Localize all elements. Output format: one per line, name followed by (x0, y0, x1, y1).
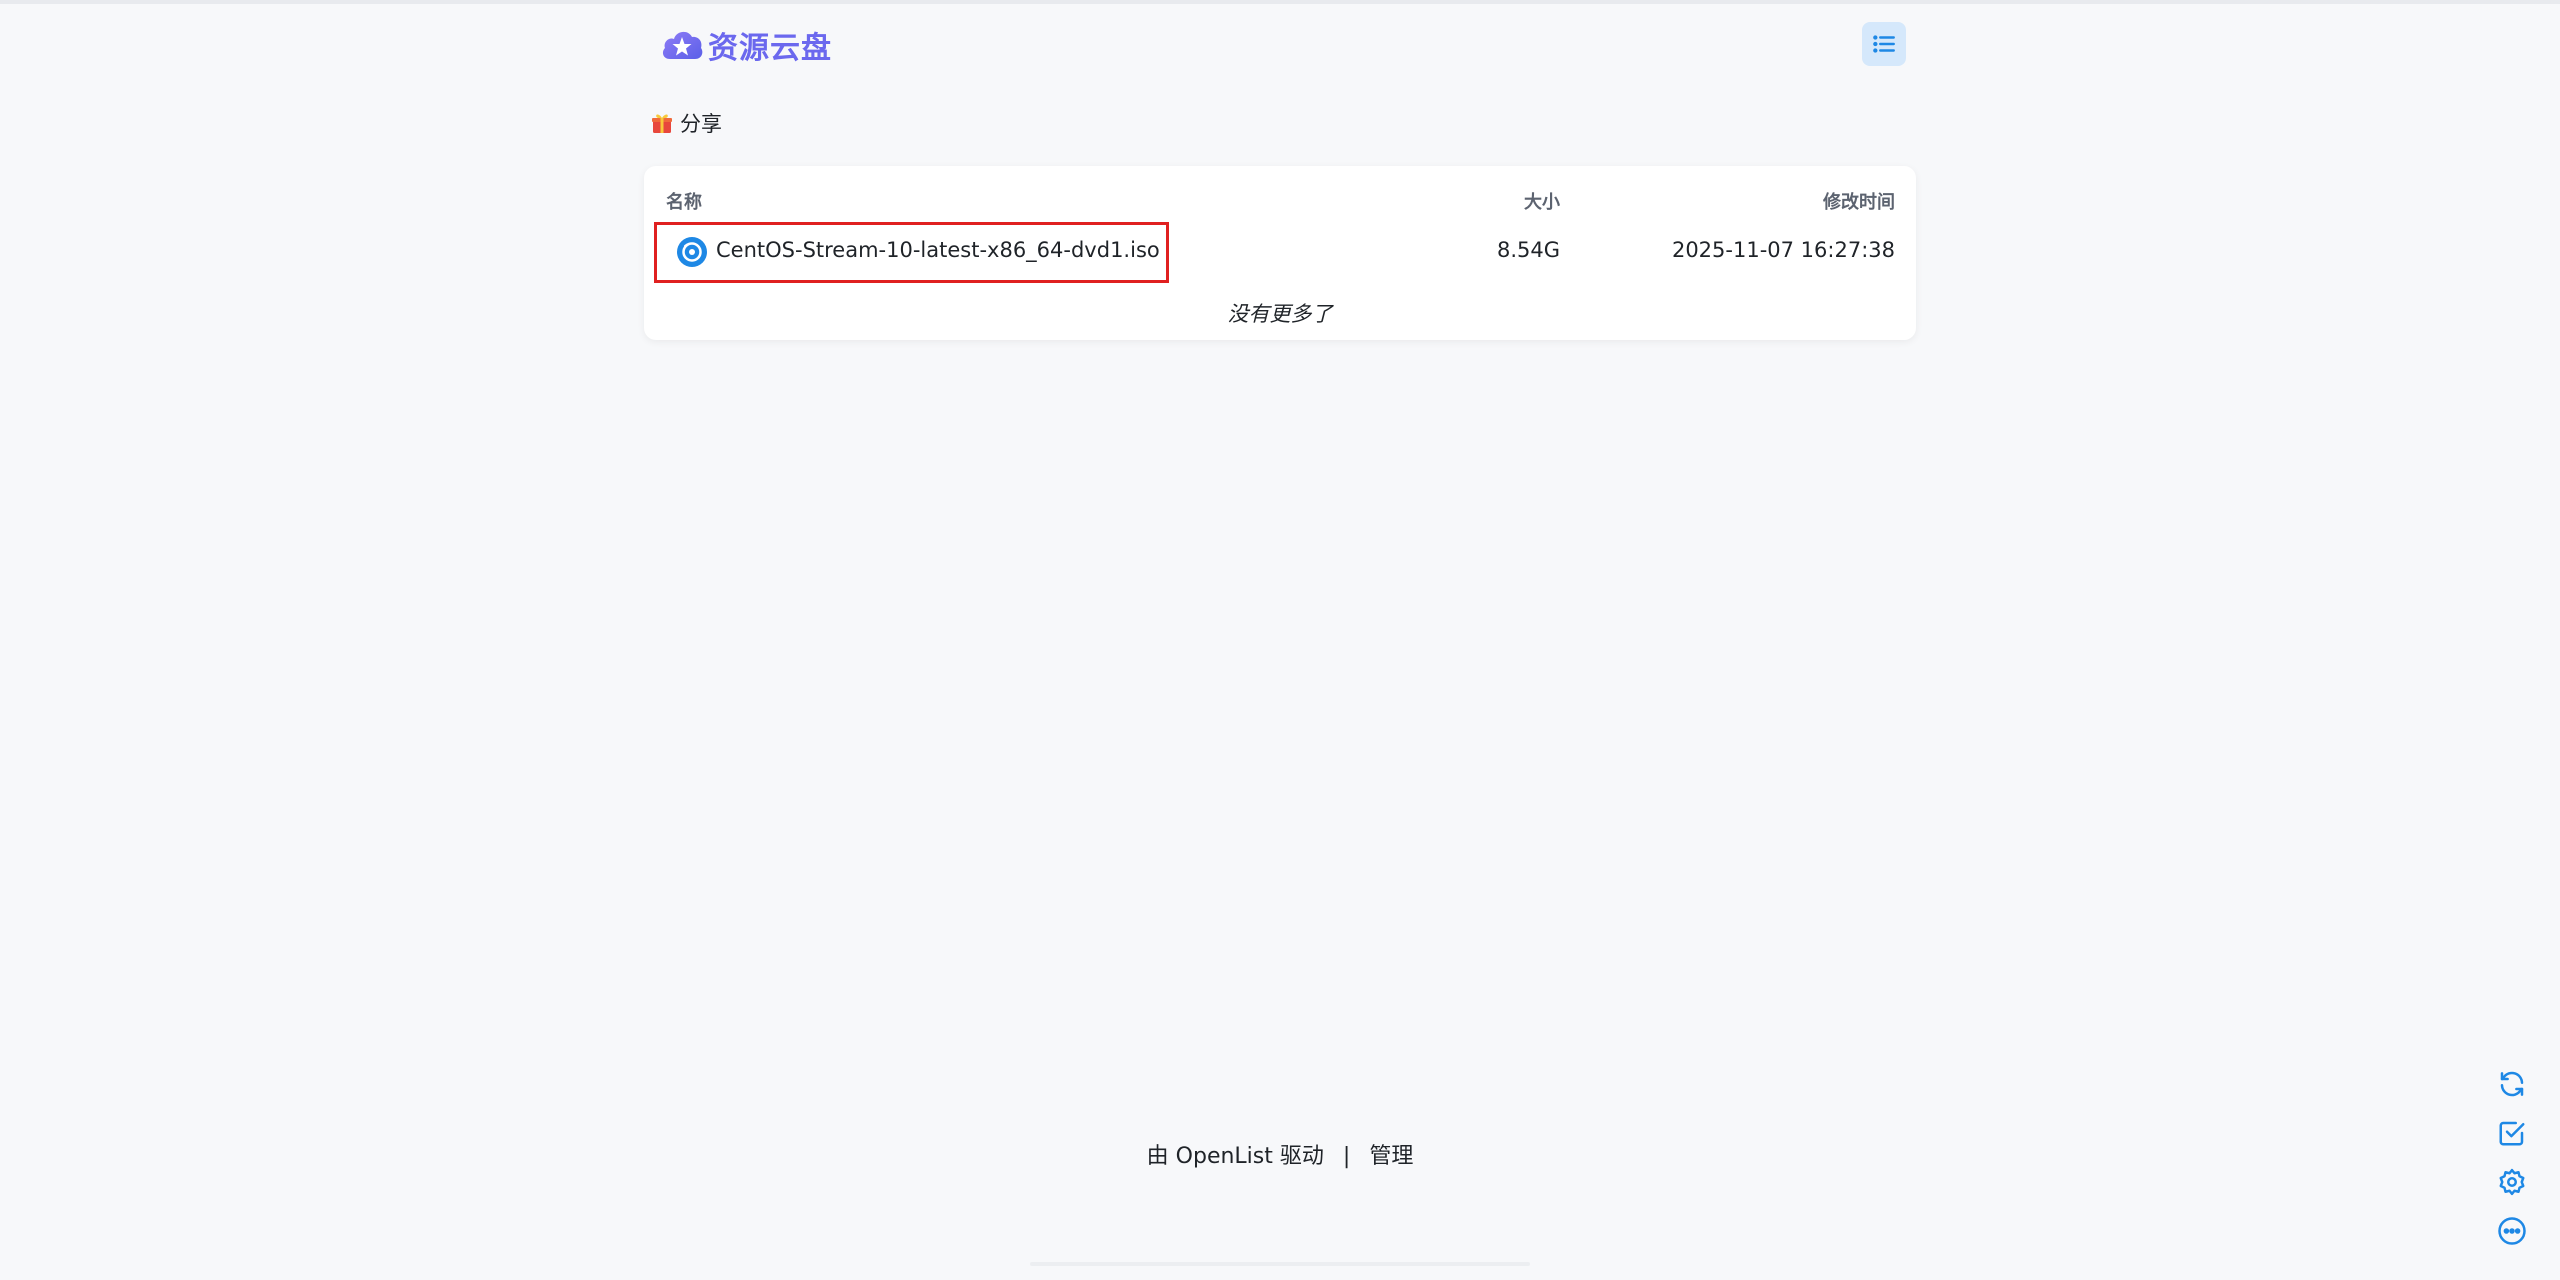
select-button[interactable] (2494, 1115, 2530, 1151)
layout-toggle-button[interactable] (1862, 22, 1906, 66)
cloud-star-icon (662, 31, 703, 59)
file-name[interactable]: CentOS-Stream-10-latest-x86_64-dvd1.iso (716, 238, 1160, 262)
check-square-icon (2499, 1121, 2525, 1146)
list-icon (1873, 35, 1895, 53)
column-header-modified[interactable]: 修改时间 (1823, 188, 1895, 214)
breadcrumb[interactable]: 分享 (650, 106, 722, 140)
file-row[interactable]: CentOS-Stream-10-latest-x86_64-dvd1.iso … (654, 224, 1906, 280)
file-list: 名称 大小 修改时间 CentOS-Stream-10-latest-x86_6… (644, 166, 1916, 340)
footer: 由 OpenList 驱动 | 管理 (0, 1138, 2560, 1170)
settings-icon (2499, 1168, 2525, 1196)
breadcrumb-label[interactable]: 分享 (680, 108, 722, 138)
logo-text: 资源云盘 (708, 31, 832, 66)
bottom-scrollbar[interactable] (1030, 1262, 1530, 1266)
list-header: 名称 大小 修改时间 (644, 184, 1916, 214)
end-of-list-text: 没有更多了 (1227, 302, 1333, 326)
side-toolbar (2494, 1066, 2530, 1249)
refresh-icon (2500, 1071, 2524, 1097)
top-border (0, 0, 2560, 4)
gift-icon (652, 114, 672, 133)
file-size: 8.54G (1496, 238, 1560, 262)
settings-button[interactable] (2494, 1164, 2530, 1200)
footer-separator: | (1342, 1144, 1351, 1169)
admin-link[interactable]: 管理 (1369, 1144, 1413, 1169)
powered-by-text[interactable]: 由 OpenList 驱动 (1147, 1144, 1324, 1169)
column-header-name[interactable]: 名称 (666, 188, 702, 214)
logo[interactable]: 资源云盘 (660, 24, 832, 66)
disc-icon (677, 237, 707, 267)
refresh-button[interactable] (2494, 1066, 2530, 1102)
column-header-size[interactable]: 大小 (1524, 188, 1560, 214)
more-button[interactable] (2494, 1213, 2530, 1249)
more-icon (2498, 1217, 2526, 1245)
header: 资源云盘 (644, 18, 1916, 72)
file-modified: 2025-11-07 16:27:38 (1671, 238, 1895, 262)
